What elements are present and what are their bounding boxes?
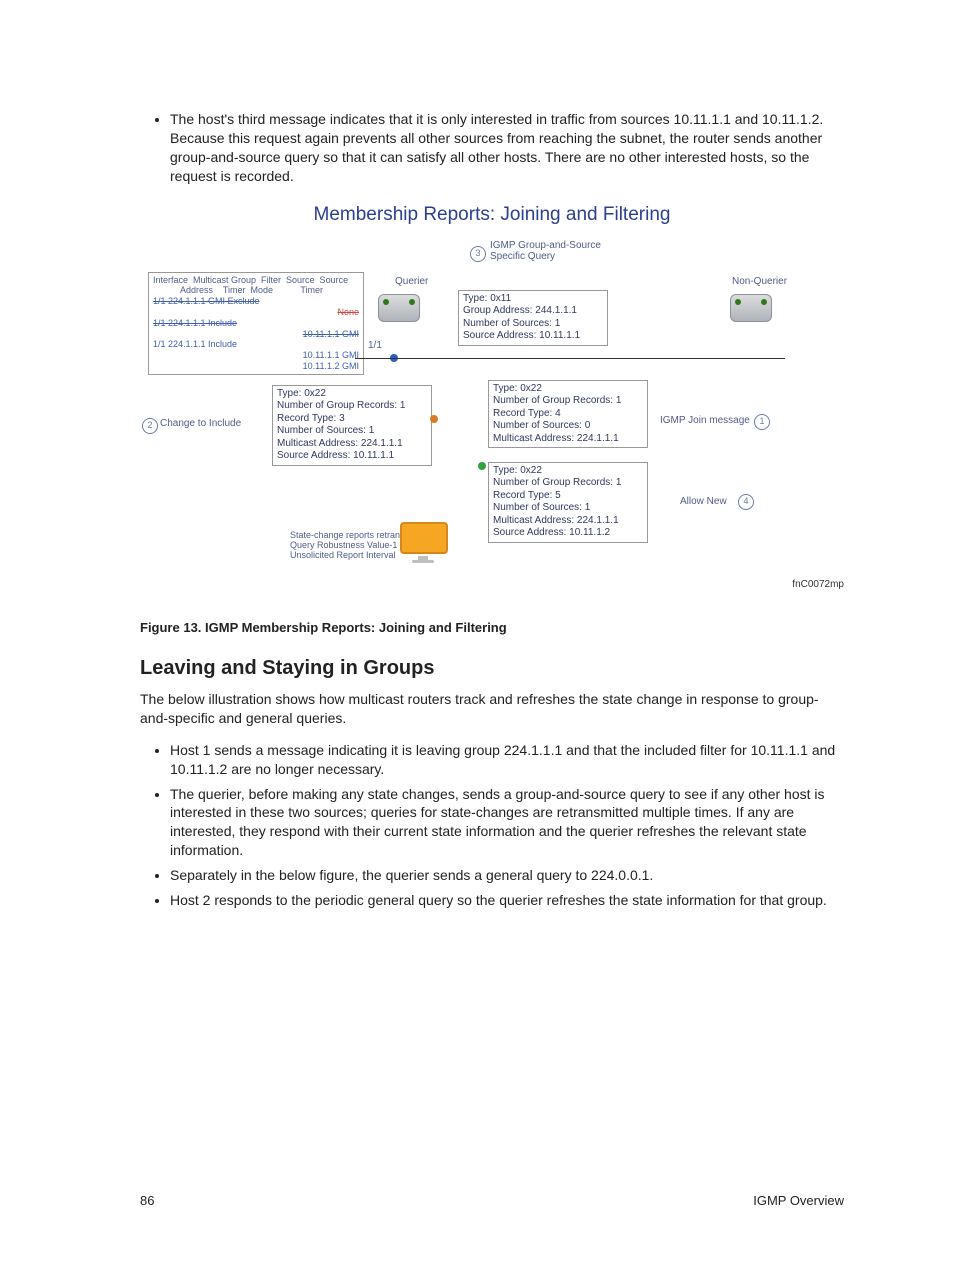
step-2-marker: 2 [142, 418, 158, 434]
figure-diagram: 3 IGMP Group-and-Source Specific Query Q… [140, 240, 844, 610]
allow-dot-icon [478, 462, 486, 470]
querier-label: Querier [395, 276, 428, 287]
non-querier-router-icon [730, 294, 772, 322]
host-monitor-icon [400, 522, 446, 558]
port-label: 1/1 [368, 340, 382, 351]
page-number: 86 [140, 1193, 154, 1208]
change-dot-icon [430, 415, 438, 423]
section-intro: The below illustration shows how multica… [140, 690, 844, 729]
igmp-join-label: IGMP Join message [660, 415, 750, 426]
change-box: Type: 0x22 Number of Group Records: 1 Re… [272, 385, 432, 466]
page-footer: 86 IGMP Overview [140, 1193, 844, 1208]
list-item: The querier, before making any state cha… [170, 785, 844, 861]
state-table: Interface Multicast Group Filter Source … [148, 272, 364, 375]
list-item: Separately in the below figure, the quer… [170, 866, 844, 885]
step-4-marker: 4 [738, 494, 754, 510]
querier-router-icon [378, 294, 420, 322]
allow-new-label: Allow New [680, 496, 727, 507]
backbone-line [355, 358, 785, 359]
section-heading: Leaving and Staying in Groups [140, 657, 844, 680]
list-item: Host 2 responds to the periodic general … [170, 891, 844, 910]
figure-caption: Figure 13. IGMP Membership Reports: Join… [140, 620, 844, 635]
step-3-marker: 3 [470, 246, 486, 262]
figure-title: Membership Reports: Joining and Filterin… [140, 204, 844, 226]
list-item: Host 1 sends a message indicating it is … [170, 741, 844, 779]
allow-box: Type: 0x22 Number of Group Records: 1 Re… [488, 462, 648, 543]
non-querier-label: Non-Querier [732, 276, 787, 287]
figure-13: Membership Reports: Joining and Filterin… [140, 204, 844, 610]
leave-stay-list: Host 1 sends a message indicating it is … [140, 741, 844, 910]
query-box: Type: 0x11 Group Address: 244.1.1.1 Numb… [458, 290, 608, 346]
step-3-label: IGMP Group-and-Source Specific Query [490, 240, 620, 262]
join-box: Type: 0x22 Number of Group Records: 1 Re… [488, 380, 648, 449]
footer-section: IGMP Overview [753, 1193, 844, 1208]
top-bullet-list: The host's third message indicates that … [140, 110, 844, 186]
figure-id: fnC0072mp [792, 579, 844, 590]
step-1-marker: 1 [754, 414, 770, 430]
change-to-include-label: Change to Include [160, 418, 241, 429]
top-bullet: The host's third message indicates that … [170, 110, 844, 186]
